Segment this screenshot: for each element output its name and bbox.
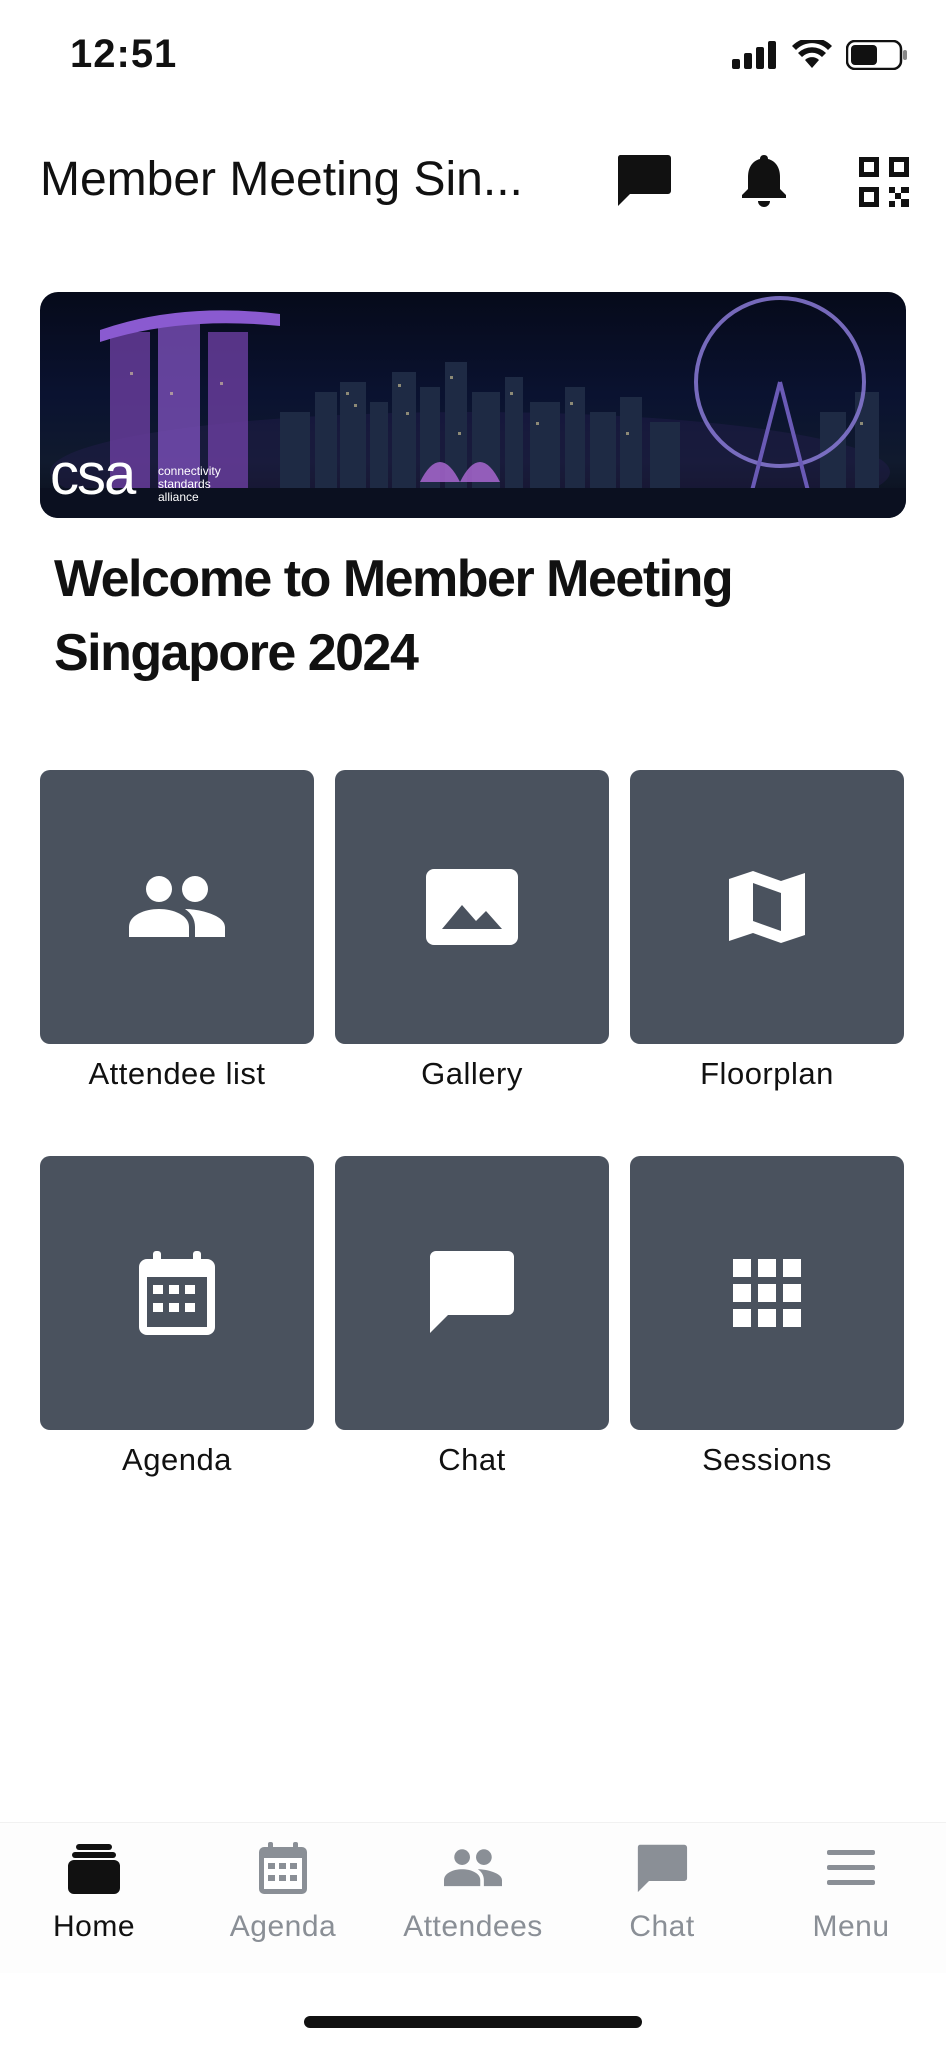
tile-chat[interactable] (335, 1156, 609, 1430)
signal-icon (732, 41, 776, 69)
tile-floorplan[interactable] (630, 770, 904, 1044)
map-icon (729, 871, 805, 943)
tile-label: Sessions (702, 1442, 832, 1477)
nav-icon-wrap (636, 1838, 688, 1898)
people-icon (444, 1849, 502, 1887)
nav-icon-wrap (444, 1838, 502, 1898)
nav-label: Menu (812, 1910, 890, 1943)
wifi-icon (792, 40, 832, 68)
nav-home[interactable]: Home (19, 1838, 169, 1944)
people-icon (129, 876, 225, 937)
chat-button[interactable] (612, 148, 676, 212)
bell-icon (742, 155, 786, 207)
nav-label: Home (52, 1910, 136, 1943)
tile-label: Chat (438, 1442, 506, 1477)
nav-label: Attendees (403, 1910, 543, 1943)
csa-logo: csa (50, 442, 136, 507)
calendar-icon (139, 1251, 215, 1335)
nav-icon-wrap (827, 1838, 875, 1898)
nav-agenda[interactable]: Agenda (208, 1838, 358, 1944)
event-banner: csa connectivity standards alliance (40, 292, 906, 518)
nav-menu[interactable]: Menu (776, 1838, 926, 1944)
csa-logo-subtitle: connectivity standards alliance (158, 465, 221, 504)
status-icons (732, 40, 908, 70)
tile-agenda[interactable] (40, 1156, 314, 1430)
qr-code-icon (859, 157, 909, 207)
nav-chat[interactable]: Chat (587, 1838, 737, 1944)
nav-icon-wrap (259, 1838, 307, 1898)
status-time: 12:51 (70, 32, 178, 76)
tile-gallery[interactable] (335, 770, 609, 1044)
tile-sessions[interactable] (630, 1156, 904, 1430)
image-icon (426, 869, 518, 945)
tile-label: Gallery (421, 1056, 523, 1091)
notifications-button[interactable] (732, 148, 796, 212)
home-indicator[interactable] (304, 2016, 642, 2028)
menu-icon (827, 1850, 875, 1885)
chat-icon (637, 1844, 688, 1893)
logo-sub-line: alliance (158, 490, 199, 504)
chat-icon (617, 155, 671, 206)
nav-icon-wrap (68, 1838, 120, 1898)
nav-label: Agenda (229, 1910, 337, 1943)
tile-attendee-list[interactable] (40, 770, 314, 1044)
battery-icon (846, 40, 907, 70)
calendar-icon (259, 1842, 307, 1894)
tile-label: Floorplan (700, 1056, 834, 1091)
grid-icon (733, 1259, 801, 1327)
nav-label: Chat (629, 1910, 695, 1943)
nav-attendees[interactable]: Attendees (398, 1838, 548, 1944)
tile-label: Attendee list (88, 1056, 266, 1091)
welcome-heading: Welcome to Member Meeting Singapore 2024 (54, 550, 734, 682)
qr-code-button[interactable] (852, 150, 916, 214)
tile-label: Agenda (122, 1442, 232, 1477)
chat-bubble-icon (430, 1251, 514, 1333)
page-title: Member Meeting Sin... (40, 153, 523, 206)
home-icon (68, 1844, 120, 1894)
